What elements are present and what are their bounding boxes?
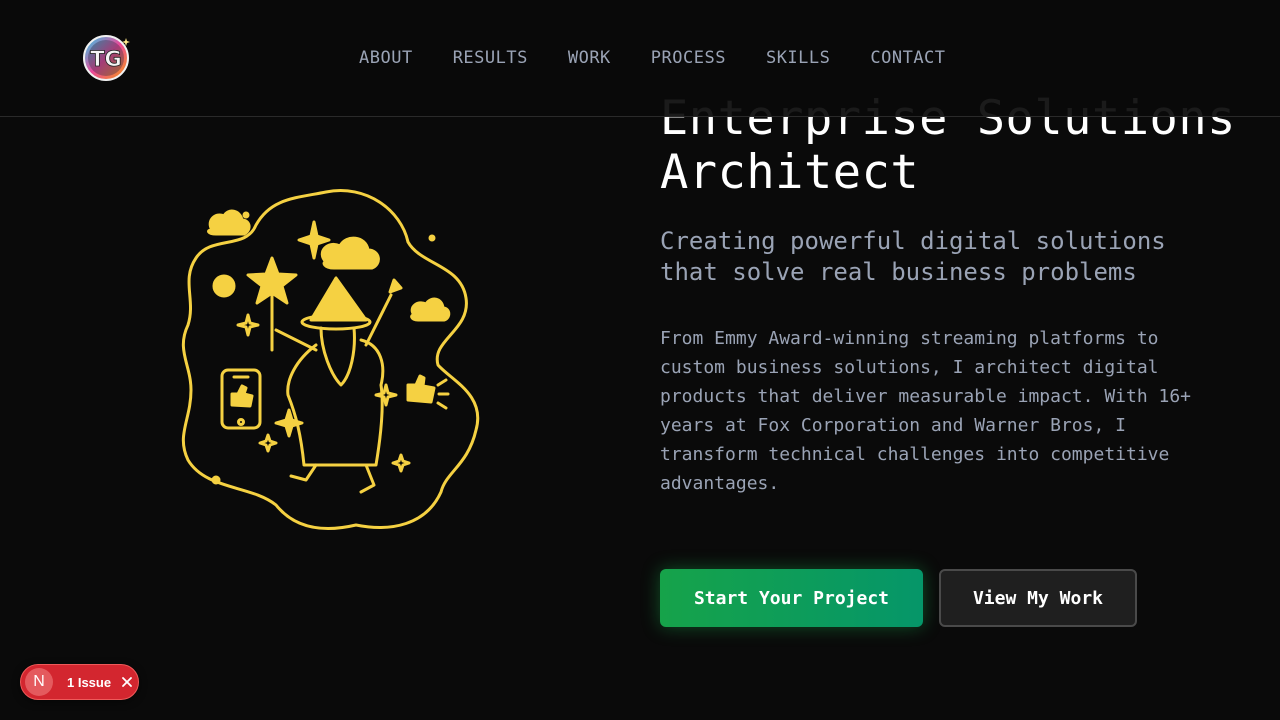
nav-skills[interactable]: SKILLS (766, 47, 830, 69)
nav-results[interactable]: RESULTS (453, 47, 528, 69)
nav-contact[interactable]: CONTACT (870, 47, 945, 69)
hero-section: Enterprise Solutions Architect Creating … (660, 92, 1240, 498)
main-nav: ABOUT RESULTS WORK PROCESS SKILLS CONTAC… (359, 47, 946, 69)
nav-process[interactable]: PROCESS (651, 47, 726, 69)
nextjs-icon: N (25, 668, 53, 696)
hero-title-line2: Architect (660, 145, 920, 200)
hero-description: From Emmy Award-winning streaming platfo… (660, 328, 1192, 494)
close-icon[interactable] (120, 675, 134, 689)
wizard-illustration (181, 189, 480, 530)
nav-work[interactable]: WORK (568, 47, 611, 69)
issue-count-label: 1 Issue (67, 674, 112, 690)
logo-text: TG (90, 47, 122, 71)
nav-about[interactable]: ABOUT (359, 47, 413, 69)
cta-buttons: Start Your Project View My Work (660, 569, 1137, 627)
site-header: TG ABOUT RESULTS WORK PROCESS SKILLS CON… (0, 0, 1280, 117)
view-work-button[interactable]: View My Work (939, 569, 1137, 627)
logo[interactable]: TG (82, 34, 130, 82)
hero-subtitle: Creating powerful digital solutions that… (660, 227, 1166, 286)
start-project-button[interactable]: Start Your Project (660, 569, 923, 627)
dev-issues-badge[interactable]: N 1 Issue (20, 664, 139, 700)
